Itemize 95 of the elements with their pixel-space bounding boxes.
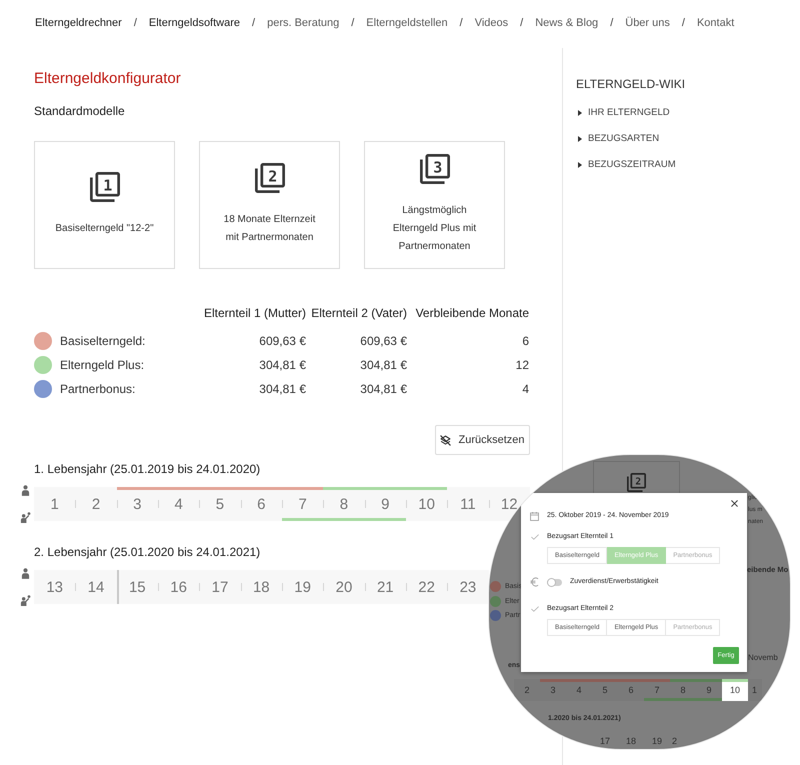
month-cell[interactable]: 10 — [406, 487, 448, 521]
nav-separator: / — [134, 16, 137, 28]
person-with-child-icon — [20, 512, 30, 523]
month-cell[interactable]: 7 — [282, 487, 324, 521]
nav-link[interactable]: Elterngeldsoftware — [148, 16, 240, 28]
nav-link[interactable]: Elterngeldrechner — [35, 16, 122, 28]
month-cell[interactable]: 20 — [323, 570, 365, 604]
row-label: Partnerbonus: — [60, 381, 136, 398]
reset-button[interactable]: Zurücksetzen — [435, 425, 530, 455]
calendar-icon — [530, 512, 539, 520]
nav-separator: / — [610, 16, 614, 28]
nav-separator: / — [252, 16, 256, 28]
model-card[interactable]: 3 Längstmöglich Elterngeld Plus mit Partnermonaten — [364, 141, 505, 269]
month-cell[interactable]: 19 — [282, 570, 324, 604]
month-cell[interactable]: 9 — [364, 487, 406, 521]
close-button[interactable] — [731, 500, 738, 507]
month-cell[interactable]: 8 — [670, 679, 696, 701]
sidebar-link[interactable]: BEZUGSZEITRAUM — [578, 158, 800, 172]
nav-link[interactable]: Elterngeldstellen — [366, 16, 448, 28]
month-cell[interactable]: 2 — [514, 679, 540, 701]
month-cell[interactable]: 10 — [722, 679, 748, 701]
table-cell-text: 304,81 € — [359, 381, 407, 398]
month-cell[interactable]: 14 — [75, 570, 117, 604]
year-label: 1. Lebensjahr (25.01.2019 bis 24.01.2020) — [34, 461, 262, 477]
caret-right-icon — [578, 136, 582, 142]
person-with-child-icon — [20, 595, 30, 606]
date-text: Novemb — [748, 653, 778, 663]
month-cell[interactable]: 17 — [199, 570, 241, 604]
nav-separator: / — [682, 16, 685, 28]
table-cell-text: 304,81 € — [258, 381, 306, 398]
nav-separator: / — [520, 16, 524, 28]
nav-link[interactable]: Kontakt — [696, 16, 734, 28]
euro-icon — [530, 577, 539, 587]
month-cell[interactable]: 4 — [158, 487, 200, 521]
month-cell[interactable]: 15 — [116, 570, 158, 604]
month-cell[interactable]: 11 — [447, 487, 489, 521]
person-icon — [20, 485, 30, 496]
table-cell-text: 304,81 € — [258, 357, 306, 374]
month-cell[interactable]: 2 — [670, 736, 684, 746]
caret-right-icon — [578, 110, 582, 116]
sidebar-heading: ELTERNGELD-WIKI — [576, 76, 686, 92]
year-label: 2. Lebensjahr (25.01.2020 bis 24.01.2021) — [34, 544, 262, 560]
table-cell-text: 12 — [514, 357, 529, 374]
month-cell[interactable]: 3 — [540, 679, 566, 701]
month-cell[interactable]: 6 — [240, 487, 282, 521]
month-cell[interactable]: 3 — [116, 487, 158, 521]
month-cell[interactable]: 21 — [364, 570, 406, 604]
sidebar-link[interactable]: BEZUGSARTEN — [578, 132, 800, 146]
table-cell-text: 4 — [521, 381, 529, 398]
table-cell-text: 609,63 € — [258, 333, 306, 350]
column-header: Elternteil 1 (Mutter) — [204, 305, 306, 322]
row-label: Basiselterngeld: — [60, 333, 146, 350]
numbered-layers-icon: 2 — [627, 473, 646, 492]
month-cell[interactable]: 22 — [406, 570, 448, 604]
nav-link[interactable]: pers. Beratung — [267, 16, 340, 28]
row-label: Elterngeld Plus: — [60, 357, 144, 374]
caret-right-icon — [578, 162, 582, 168]
month-cell[interactable]: 1 — [748, 679, 762, 701]
layers-clear-icon — [440, 434, 452, 446]
nav-separator: / — [351, 16, 354, 28]
month-cell[interactable]: 19 — [644, 736, 670, 746]
month-cell[interactable]: 18 — [618, 736, 644, 746]
nav-separator: / — [460, 16, 463, 28]
nav-link[interactable]: Über uns — [625, 16, 670, 28]
column-header: Verbleibende Monate — [414, 305, 529, 322]
month-cell[interactable]: 1 — [34, 487, 76, 521]
month-cell[interactable]: 2 — [75, 487, 117, 521]
model-card[interactable]: 2 18 Monate Elternzeit mit Partnermonaten — [199, 141, 340, 269]
model-card[interactable]: 1 Basiselterngeld "12-2" — [34, 141, 175, 269]
table-cell-text: 609,63 € — [359, 333, 407, 350]
toggle-switch[interactable] — [547, 578, 562, 586]
month-cell[interactable]: 4 — [566, 679, 592, 701]
month-cell[interactable]: 6 — [618, 679, 644, 701]
checkmark-icon — [530, 606, 538, 612]
month-cell[interactable]: 13 — [34, 570, 76, 604]
month-cell[interactable]: 17 — [592, 736, 618, 746]
nav-link[interactable]: News & Blog — [535, 16, 598, 28]
close-icon — [731, 500, 738, 507]
month-cell[interactable]: 18 — [240, 570, 282, 604]
checkmark-icon — [530, 534, 538, 540]
column-header: Elternteil 2 (Vater) — [310, 305, 407, 322]
sidebar-link[interactable]: IHR ELTERNGELD — [578, 106, 800, 120]
table-cell-text: 6 — [521, 333, 529, 350]
month-cell[interactable]: 8 — [323, 487, 365, 521]
month-cell[interactable]: 23 — [447, 570, 489, 604]
month-cell[interactable]: 9 — [696, 679, 722, 701]
month-cell[interactable]: 16 — [158, 570, 200, 604]
page-title: Elterngeldkonfigurator — [34, 69, 182, 89]
section-heading: Standardmodelle — [34, 103, 126, 119]
table-cell-text: 304,81 € — [359, 357, 407, 374]
person-icon — [20, 568, 30, 579]
nav-link[interactable]: Videos — [474, 16, 508, 28]
month-cell[interactable]: 5 — [592, 679, 618, 701]
month-cell[interactable]: 7 — [644, 679, 670, 701]
month-cell[interactable]: 5 — [199, 487, 241, 521]
